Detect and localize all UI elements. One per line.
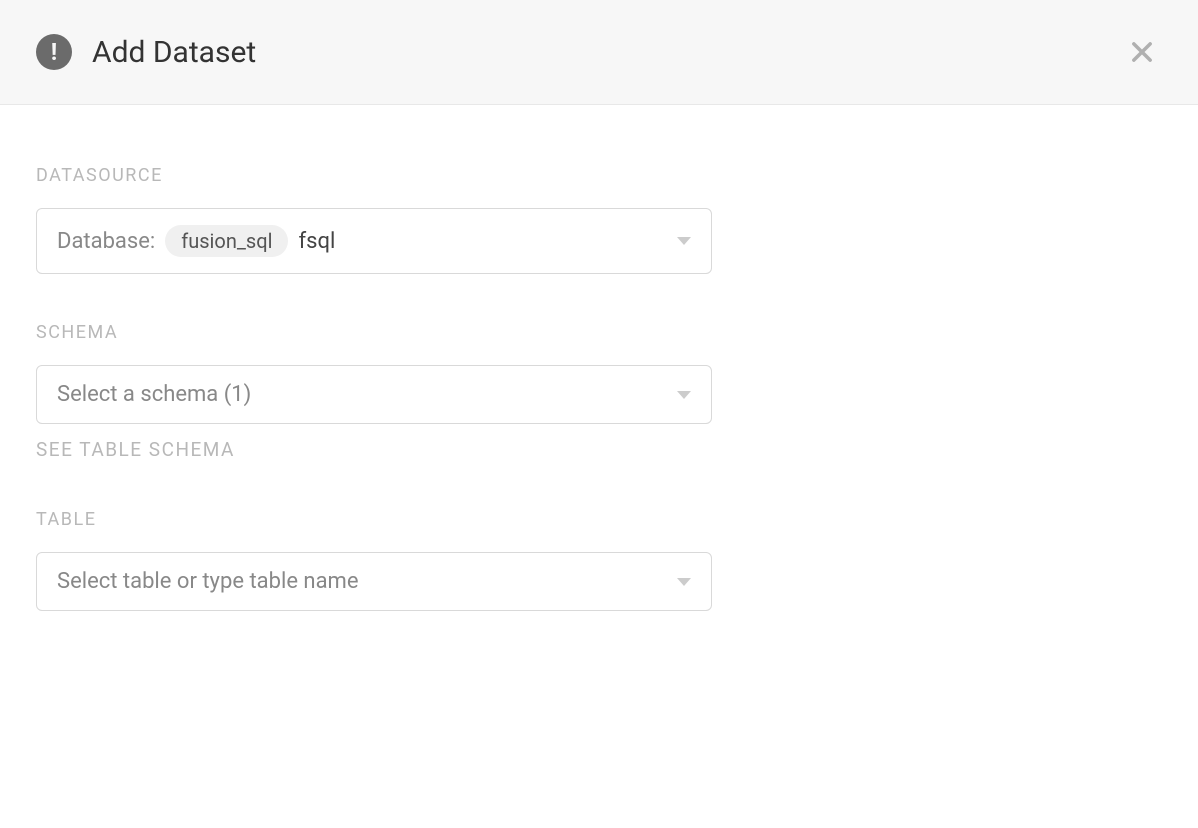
alert-icon-glyph: ! [51, 40, 58, 64]
schema-label: SCHEMA [36, 322, 1162, 343]
datasource-prefix: Database: [57, 229, 155, 254]
modal-title: Add Dataset [92, 35, 256, 70]
schema-select[interactable]: Select a schema (1) [36, 365, 712, 424]
datasource-label: DATASOURCE [36, 165, 1162, 186]
datasource-select-content: Database: fusion_sql fsql [57, 225, 335, 257]
chevron-down-icon [677, 391, 691, 399]
datasource-chip: fusion_sql [165, 225, 288, 257]
close-icon [1128, 38, 1156, 66]
chevron-down-icon [677, 578, 691, 586]
datasource-select[interactable]: Database: fusion_sql fsql [36, 208, 712, 274]
chevron-down-icon [677, 237, 691, 245]
datasource-value: fsql [298, 229, 335, 254]
schema-section: SCHEMA Select a schema (1) SEE TABLE SCH… [36, 322, 1162, 461]
table-label: TABLE [36, 509, 1162, 530]
datasource-section: DATASOURCE Database: fusion_sql fsql [36, 165, 1162, 274]
table-select[interactable]: Select table or type table name [36, 552, 712, 611]
table-placeholder: Select table or type table name [57, 569, 359, 594]
see-table-schema-link[interactable]: SEE TABLE SCHEMA [36, 438, 1162, 461]
close-button[interactable] [1122, 32, 1162, 72]
modal-body: DATASOURCE Database: fusion_sql fsql SCH… [0, 105, 1198, 695]
modal-header: ! Add Dataset [0, 0, 1198, 105]
header-left: ! Add Dataset [36, 34, 256, 70]
alert-icon: ! [36, 34, 72, 70]
table-section: TABLE Select table or type table name [36, 509, 1162, 611]
schema-placeholder: Select a schema (1) [57, 382, 251, 407]
